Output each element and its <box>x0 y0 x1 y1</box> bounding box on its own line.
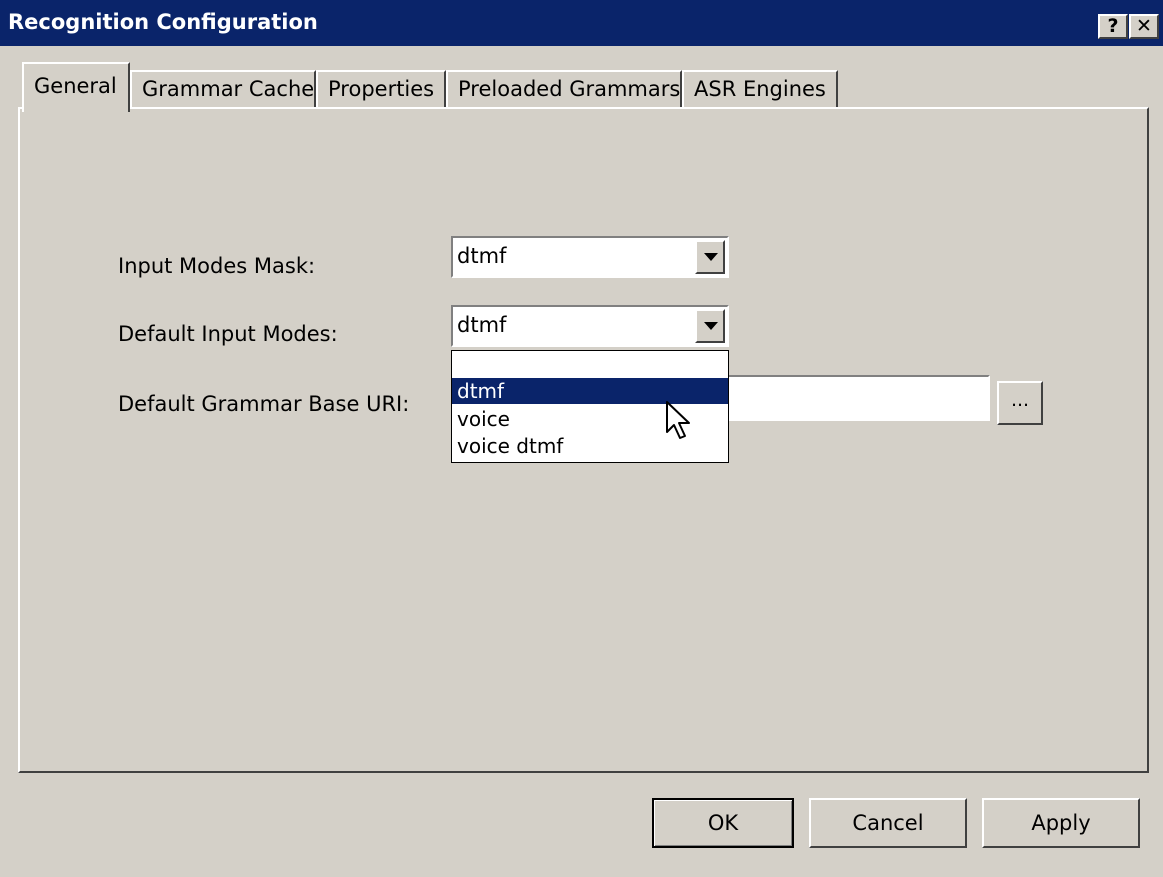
chevron-down-icon[interactable] <box>695 309 725 343</box>
tab-label: Grammar Cache <box>142 77 315 101</box>
chevron-down-icon[interactable] <box>695 240 725 274</box>
tab-label: General <box>34 74 117 98</box>
close-icon: ✕ <box>1136 15 1152 37</box>
tab-preloaded-grammars[interactable]: Preloaded Grammars <box>446 70 682 108</box>
input-modes-mask-select[interactable]: dtmf <box>451 236 729 278</box>
apply-button[interactable]: Apply <box>982 798 1140 848</box>
default-grammar-base-uri-input[interactable] <box>728 375 990 421</box>
title-bar[interactable]: Recognition Configuration ? ✕ <box>0 0 1163 46</box>
mouse-cursor-icon <box>666 401 690 439</box>
default-input-modes-value: dtmf <box>457 313 507 337</box>
input-modes-mask-label: Input Modes Mask: <box>118 254 316 278</box>
tab-general[interactable]: General <box>22 62 130 112</box>
tab-asr-engines[interactable]: ASR Engines <box>682 70 838 108</box>
default-input-modes-select[interactable]: dtmf <box>451 305 729 347</box>
cancel-button[interactable]: Cancel <box>809 798 967 848</box>
browse-button[interactable]: ... <box>997 381 1043 425</box>
tab-properties[interactable]: Properties <box>316 70 446 108</box>
default-grammar-base-uri-label: Default Grammar Base URI: <box>118 392 410 416</box>
dropdown-option-empty[interactable] <box>452 351 728 377</box>
tab-label: ASR Engines <box>694 77 826 101</box>
tab-label: Properties <box>328 77 435 101</box>
close-button[interactable]: ✕ <box>1129 14 1159 39</box>
help-button[interactable]: ? <box>1098 14 1128 39</box>
input-modes-mask-value: dtmf <box>457 244 507 268</box>
default-input-modes-label: Default Input Modes: <box>118 322 338 346</box>
tab-label: Preloaded Grammars <box>458 77 681 101</box>
ok-button[interactable]: OK <box>652 798 794 848</box>
tab-grammar-cache[interactable]: Grammar Cache <box>130 70 316 108</box>
window-title: Recognition Configuration <box>8 10 318 34</box>
